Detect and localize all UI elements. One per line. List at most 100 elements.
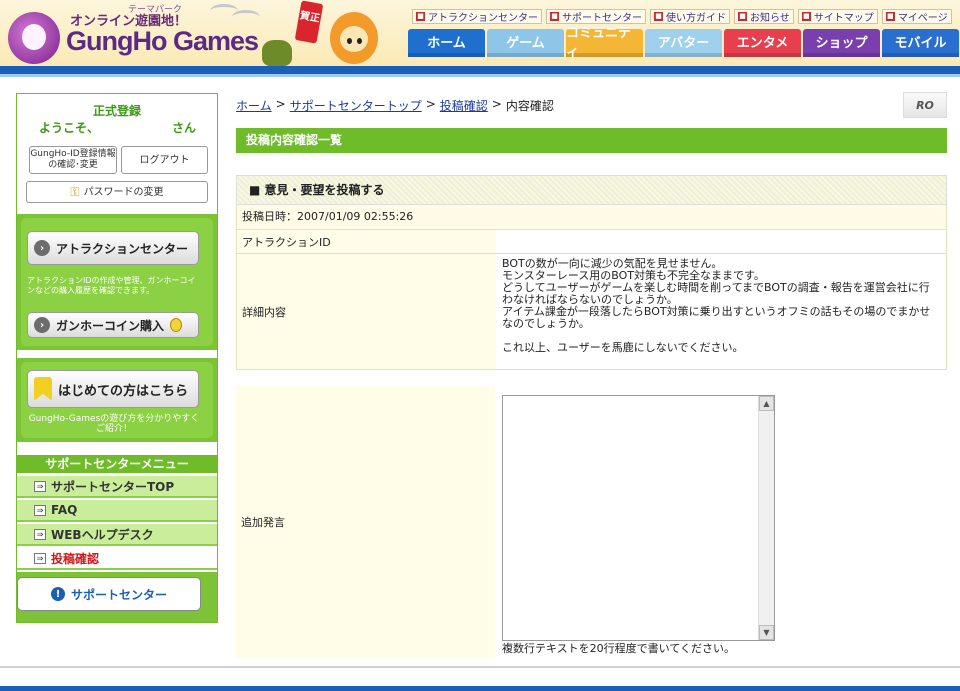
key-icon: ⚿ <box>70 184 80 199</box>
post-date: 投稿日時：2007/01/09 02:55:26 <box>236 205 947 230</box>
additional-comment-textarea[interactable]: ▲ ▼ <box>502 395 775 641</box>
toplink-label: 使い方ガイド <box>666 13 726 24</box>
link-marker-icon: ■ <box>885 12 895 21</box>
attraction-id-row: アトラクションID <box>236 230 947 254</box>
attraction-panel: › アトラクションセンター アトラクションIDの作成や管理、ガンホーコインなどの… <box>17 214 217 350</box>
detail-line: どうしてユーザーがゲームを楽しむ時間を削ってまでBOTの調査・報告を運営会社に行… <box>502 281 930 306</box>
tab-shop[interactable]: ショップ <box>803 29 880 57</box>
beginner-description: GungHo-Gamesの遊び方を分かりやすくご紹介！ <box>28 414 200 434</box>
additional-comment-label: 追加発言 <box>236 386 495 658</box>
tab-community[interactable]: コミュニティ <box>566 26 643 60</box>
detail-line: これ以上、ユーザーを馬鹿にしないでください。 <box>502 341 744 354</box>
scroll-up-icon[interactable]: ▲ <box>759 396 774 411</box>
top-links: ■ アトラクションセンター ■ サポートセンター ■ 使い方ガイド ■ お知らせ ■ サイ… <box>412 9 952 24</box>
breadcrumb-sep: > <box>491 97 502 111</box>
logout-button[interactable]: ログアウト <box>121 146 208 174</box>
menu-web-helpdesk[interactable]: ⇒ WEBヘルプデスク <box>17 524 217 546</box>
arrow-right-icon: ⇒ <box>34 528 46 540</box>
attraction-center-button[interactable]: › アトラクションセンター <box>27 231 199 265</box>
attraction-description: アトラクションIDの作成や管理、ガンホーコインなどの購入履歴を確認できます。 <box>27 276 196 295</box>
site-logo[interactable]: GungHo Games <box>66 26 259 57</box>
login-panel: 正式登録 ようこそ、 さん GungHo-ID登録情報の確認･変更 ログアウト … <box>17 94 217 212</box>
link-marker-icon: ■ <box>738 12 747 21</box>
link-marker-icon: ■ <box>801 12 811 21</box>
ragnarok-logo: RO <box>903 92 947 118</box>
detail-value: BOTの数が一向に減少の気配を見せません。 モンスターレース用のBOT対策も不完… <box>496 254 946 369</box>
header-divider-light <box>0 74 960 77</box>
tab-entertainment[interactable]: エンタメ <box>724 29 801 57</box>
newyear-badge: 賀正 <box>294 0 324 44</box>
beginner-button[interactable]: はじめての方はこちら <box>27 370 199 408</box>
support-center-button[interactable]: ! サポートセンター <box>17 577 201 611</box>
coin-purchase-button[interactable]: › ガンホーコイン購入 <box>27 312 199 338</box>
menu-item-label: WEBヘルプデスク <box>51 527 154 542</box>
menu-item-label: FAQ <box>51 503 78 517</box>
tab-mobile[interactable]: モバイル <box>882 29 959 57</box>
attraction-center-label: アトラクションセンター <box>56 241 189 256</box>
honorific-text: さん <box>172 121 197 135</box>
breadcrumb-sep: > <box>275 97 286 111</box>
menu-item-label: サポートセンターTOP <box>51 479 175 494</box>
breadcrumb: ホーム > サポートセンタートップ > 投稿確認 > 内容確認 <box>236 97 554 114</box>
coin-purchase-label: ガンホーコイン購入 <box>56 318 165 333</box>
breadcrumb-post-check[interactable]: 投稿確認 <box>440 97 488 114</box>
registration-label: 正式登録 <box>92 104 141 118</box>
coin-icon <box>170 318 183 332</box>
detail-label: 詳細内容 <box>237 254 496 369</box>
toplink-label: サイトマップ <box>813 13 874 24</box>
welcome-text: ようこそ、 <box>39 121 100 135</box>
arrow-right-icon: ⇒ <box>34 552 46 564</box>
toplink-mypage[interactable]: ■ マイページ <box>881 9 952 24</box>
menu-faq[interactable]: ⇒ FAQ <box>17 500 217 522</box>
link-marker-icon: ■ <box>550 12 559 21</box>
breadcrumb-home[interactable]: ホーム <box>236 97 272 114</box>
page: テーマパーク オンライン遊園地！ GungHo Games 賀正 ■ アトラクショ… <box>0 0 960 691</box>
tab-home[interactable]: ホーム <box>408 29 485 57</box>
scroll-down-icon[interactable]: ▼ <box>759 625 774 640</box>
gungho-logo-icon[interactable] <box>8 12 60 64</box>
toplink-attraction[interactable]: ■ アトラクションセンター <box>412 9 542 24</box>
toplink-guide[interactable]: ■ 使い方ガイド <box>650 9 730 24</box>
section-title: 投稿内容確認一覧 <box>236 128 947 153</box>
post-details: ■ 意見・要望を投稿する 投稿日時：2007/01/09 02:55:26 アト… <box>236 175 947 370</box>
support-menu-header: サポートセンターメニュー <box>17 455 217 473</box>
toplink-news[interactable]: ■ お知らせ <box>734 9 794 24</box>
detail-row: 詳細内容 BOTの数が一向に減少の気配を見せません。 モンスターレース用のBOT… <box>236 254 947 370</box>
toplink-sitemap[interactable]: ■ サイトマップ <box>797 9 878 24</box>
post-title: ■ 意見・要望を投稿する <box>236 175 947 205</box>
tab-game[interactable]: ゲーム <box>487 29 564 57</box>
tab-avatar[interactable]: アバター <box>645 29 722 57</box>
attraction-id-label: アトラクションID <box>237 230 496 253</box>
breadcrumb-current: 内容確認 <box>505 99 554 113</box>
toplink-label: お知らせ <box>750 13 790 24</box>
mascot-eye-icon <box>347 38 352 44</box>
menu-support-top[interactable]: ⇒ サポートセンターTOP <box>17 476 217 498</box>
arrow-right-icon: ⇒ <box>34 480 46 492</box>
beginner-panel: はじめての方はこちら GungHo-Gamesの遊び方を分かりやすくご紹介！ <box>17 358 217 442</box>
breadcrumb-sep: > <box>425 97 436 111</box>
detail-line: アイテム課金が一段落したらBOT対策に乗り出すというオフミの話もその場のでまかせ… <box>502 305 931 330</box>
mascot-icon <box>330 12 378 64</box>
sidebar: 正式登録 ようこそ、 さん GungHo-ID登録情報の確認･変更 ログアウト … <box>16 93 218 623</box>
password-change-button[interactable]: ⚿ パスワードの変更 <box>26 181 208 203</box>
additional-comment-cell: ▲ ▼ 複数行テキストを20行程度で書いてください。 <box>495 386 947 658</box>
arrow-right-icon: ⇒ <box>34 504 46 516</box>
mascot-eye-icon <box>357 38 362 44</box>
toplink-label: マイページ <box>897 13 948 24</box>
attraction-id-value <box>496 230 946 253</box>
textarea-hint: 複数行テキストを20行程度で書いてください。 <box>502 642 736 655</box>
arrow-circle-icon: › <box>34 317 50 333</box>
info-icon: ! <box>50 587 65 601</box>
menu-item-label: 投稿確認 <box>51 551 100 566</box>
link-marker-icon: ■ <box>654 12 663 21</box>
site-header: テーマパーク オンライン遊園地！ GungHo Games 賀正 ■ アトラクショ… <box>0 0 960 70</box>
footer-bar <box>0 686 960 691</box>
menu-post-check[interactable]: ⇒ 投稿確認 <box>17 548 217 570</box>
textarea-scrollbar[interactable]: ▲ ▼ <box>758 396 774 640</box>
arrow-circle-icon: › <box>34 240 50 256</box>
breadcrumb-support-top[interactable]: サポートセンタートップ <box>290 97 422 114</box>
link-marker-icon: ■ <box>416 12 425 21</box>
crane-icon <box>232 10 260 24</box>
gungho-id-button[interactable]: GungHo-ID登録情報の確認･変更 <box>29 146 117 174</box>
support-center-label: サポートセンター <box>70 587 167 602</box>
